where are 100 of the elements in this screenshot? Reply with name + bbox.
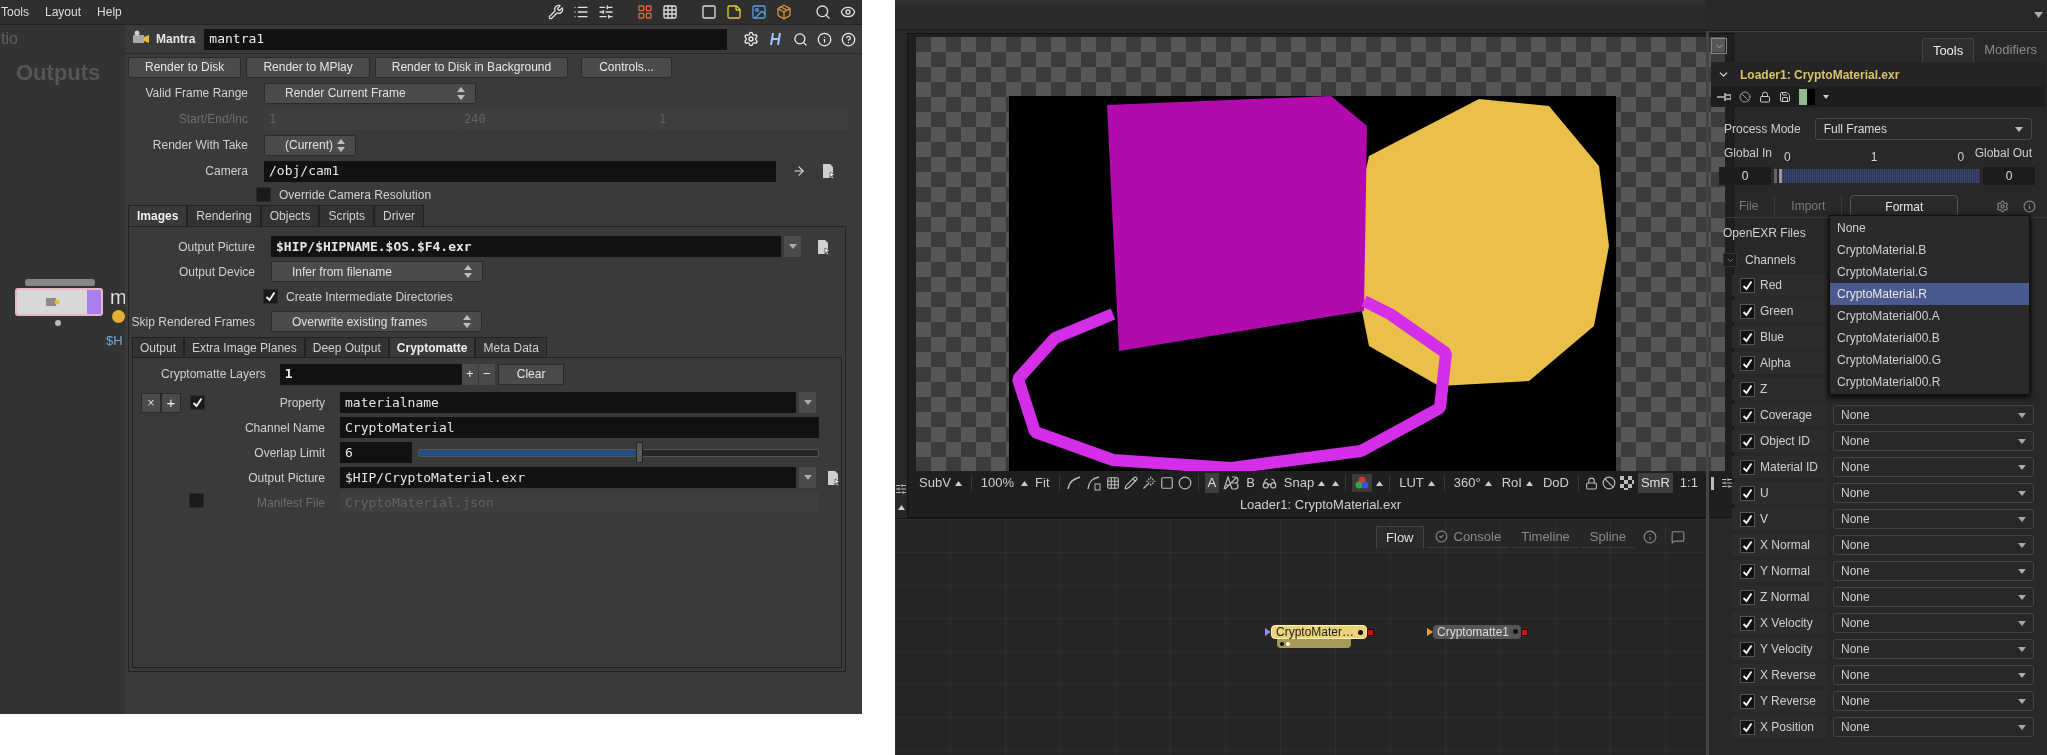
sliders-icon[interactable]	[598, 4, 614, 20]
checkbox[interactable]	[1740, 459, 1755, 475]
caret-icon[interactable]	[897, 505, 905, 510]
circle-icon[interactable]	[1177, 476, 1192, 490]
flow-node[interactable]: CryptoMater…	[1271, 625, 1368, 639]
box-icon[interactable]	[776, 4, 792, 20]
checkbox[interactable]	[1740, 563, 1755, 579]
toolbar-button[interactable]: 100%	[977, 473, 1018, 493]
list-icon[interactable]	[573, 4, 589, 20]
channel-dropdown[interactable]: None	[1833, 717, 2034, 737]
checkbox[interactable]	[1740, 407, 1755, 423]
checkbox[interactable]	[256, 187, 271, 202]
tab[interactable]: Modifiers	[1974, 38, 2047, 62]
number-field[interactable]: 0	[1983, 167, 2035, 185]
color-swatch[interactable]	[1799, 89, 1815, 105]
panel-tab[interactable]: Flow	[1376, 526, 1424, 548]
render-button[interactable]: Render to Disk	[128, 56, 242, 78]
color-grid-icon[interactable]	[637, 4, 653, 20]
lock-icon[interactable]	[1584, 476, 1598, 490]
checker-icon[interactable]	[1619, 476, 1634, 490]
spline-icon[interactable]	[1065, 475, 1082, 491]
text-field[interactable]: CryptoMaterial	[340, 417, 819, 438]
layers-field[interactable]: 1	[279, 363, 462, 385]
channel-dropdown[interactable]: None	[1833, 691, 2034, 711]
jump-icon[interactable]	[792, 164, 806, 178]
rectangle-icon[interactable]	[1159, 476, 1174, 490]
tab[interactable]: Meta Data	[475, 337, 547, 357]
channel-dropdown[interactable]: None	[1833, 431, 2034, 451]
channel-dropdown[interactable]: None	[1833, 535, 2034, 555]
checkbox[interactable]	[1740, 589, 1755, 605]
search-icon[interactable]	[815, 4, 831, 20]
toolbar-button[interactable]: A	[1204, 473, 1220, 493]
sliders-icon[interactable]	[895, 483, 907, 495]
checkbox[interactable]	[1740, 719, 1755, 735]
grid-icon[interactable]	[1105, 476, 1120, 490]
group-toggle[interactable]	[1723, 253, 1737, 267]
menu-option[interactable]: None	[1830, 217, 2029, 239]
render-button[interactable]: Controls...	[581, 56, 672, 78]
checkbox[interactable]	[1740, 433, 1755, 449]
tab[interactable]: Format	[1850, 195, 1959, 217]
panel-tab[interactable]: Spline	[1580, 526, 1635, 548]
render-button[interactable]: Render to MPlay	[246, 56, 370, 78]
slider-handle[interactable]	[635, 442, 643, 463]
toolbar-button[interactable]: B	[1243, 473, 1258, 493]
checkbox[interactable]	[1740, 355, 1755, 371]
dropdown[interactable]: Overwrite existing frames	[271, 311, 482, 332]
panel-tab[interactable]: Timeline	[1512, 526, 1579, 548]
save-icon[interactable]	[1779, 91, 1791, 103]
text-field[interactable]: 6	[340, 442, 412, 463]
disable-icon[interactable]	[1601, 476, 1616, 490]
toolbar-button[interactable]: Fit	[1032, 473, 1053, 493]
menu-option[interactable]: CryptoMaterial00.R	[1830, 371, 2029, 393]
insert-layer-button[interactable]: +	[161, 392, 181, 413]
image-icon[interactable]	[751, 4, 767, 20]
menu-option[interactable]: CryptoMaterial00.A	[1830, 305, 2029, 327]
lock-icon[interactable]	[1759, 91, 1771, 103]
file-browse-icon[interactable]	[822, 163, 836, 179]
dropdown[interactable]: Infer from filename	[271, 261, 483, 282]
file-browse-icon[interactable]	[827, 469, 841, 486]
dropdown-arrow-button[interactable]	[784, 236, 801, 257]
clear-button[interactable]: Clear	[497, 363, 565, 385]
range-slider[interactable]	[1774, 169, 1980, 183]
channel-dropdown[interactable]: None	[1833, 405, 2034, 425]
tab[interactable]: Tools	[1921, 38, 1975, 62]
caret-icon[interactable]	[1823, 95, 1829, 99]
text-field[interactable]: materialname	[340, 392, 796, 413]
menu-item[interactable]: Help	[97, 3, 122, 21]
search-icon[interactable]	[793, 31, 808, 47]
settings-icon[interactable]	[1996, 200, 2010, 213]
sticky-note-icon[interactable]	[726, 4, 742, 20]
checkbox[interactable]	[1740, 615, 1755, 631]
channel-dropdown[interactable]: None	[1833, 457, 2034, 477]
panel-tab[interactable]: Console	[1425, 526, 1511, 548]
menu-item[interactable]: Layout	[45, 3, 82, 21]
remove-button[interactable]: −	[478, 363, 495, 385]
file-browse-icon[interactable]	[817, 238, 831, 255]
caret-icon[interactable]	[1376, 480, 1384, 486]
sliders-icon[interactable]	[1720, 477, 1733, 489]
menu-option[interactable]: CryptoMaterial.G	[1830, 261, 2029, 283]
checkbox[interactable]	[263, 289, 278, 304]
channel-dropdown[interactable]: None	[1833, 561, 2034, 581]
tab[interactable]: Scripts	[319, 205, 375, 226]
split-ab-icon[interactable]	[1223, 476, 1240, 490]
tab[interactable]: Rendering	[187, 205, 261, 226]
checkbox[interactable]	[1740, 329, 1755, 345]
checkbox[interactable]	[1740, 485, 1755, 501]
checkbox[interactable]	[1740, 537, 1755, 553]
bspline-icon[interactable]	[1085, 475, 1102, 491]
channel-dropdown[interactable]: None	[1833, 483, 2034, 503]
checkbox[interactable]	[1740, 277, 1755, 293]
tab[interactable]: Extra Image Planes	[184, 337, 305, 357]
text-field[interactable]: $HIP/CryptoMaterial.exr	[340, 467, 796, 488]
help-icon[interactable]	[841, 31, 856, 47]
checkbox[interactable]	[1740, 667, 1755, 683]
info-icon[interactable]	[1643, 530, 1657, 544]
channel-dropdown[interactable]: None	[1833, 665, 2034, 685]
wrench-icon[interactable]	[548, 4, 564, 20]
checkbox[interactable]	[1740, 381, 1755, 397]
tab[interactable]: Objects	[260, 205, 320, 226]
checkbox[interactable]	[1740, 693, 1755, 709]
